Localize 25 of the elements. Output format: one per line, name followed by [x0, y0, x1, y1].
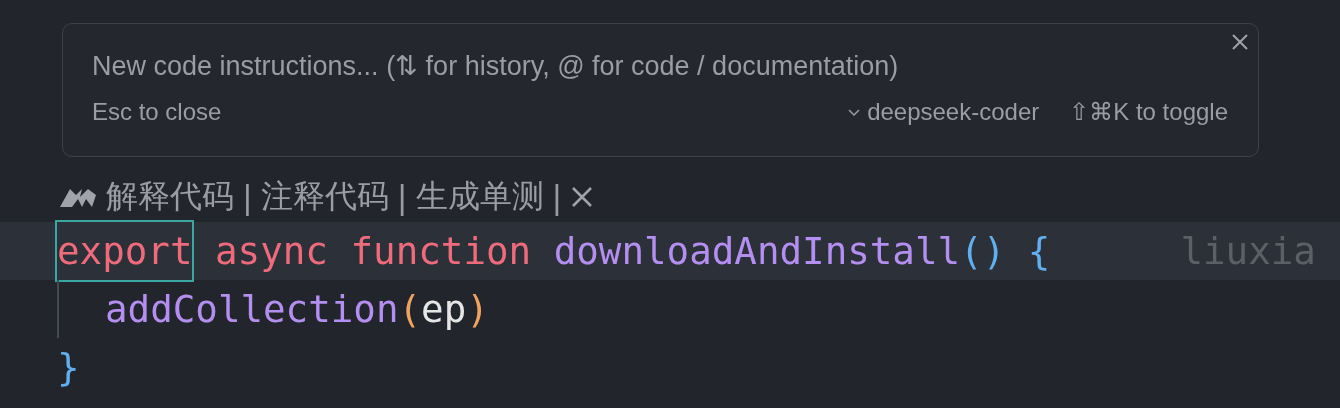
code-token: async	[214, 228, 328, 275]
prompt-box[interactable]: New code instructions... (⇅ for history, @ for code / documentation) Esc to close deepseek-coder ⇧⌘K to toggle	[62, 23, 1259, 157]
chevron-icon	[847, 107, 862, 117]
code-token: (	[398, 286, 422, 333]
close-icon[interactable]	[1230, 32, 1250, 52]
close-icon[interactable]	[570, 185, 595, 209]
toggle-hint: ⇧⌘K to toggle	[1069, 98, 1228, 126]
close-hint: Esc to close	[92, 98, 222, 126]
separator: |	[551, 178, 563, 216]
code-token: addCollection	[105, 286, 399, 333]
code-token: }	[57, 344, 80, 391]
codelens-action[interactable]: 生成单测	[415, 175, 544, 219]
code-token: {	[1026, 228, 1051, 275]
code-token: ep	[421, 286, 467, 333]
code-token: ()	[960, 228, 1006, 275]
code-token: function	[349, 228, 532, 275]
codelens-action[interactable]: 注释代码	[260, 175, 389, 219]
model-dropdown[interactable]: deepseek-coder	[847, 98, 1040, 126]
separator: |	[242, 178, 253, 216]
code-token: export	[55, 220, 195, 282]
code-token: )	[466, 286, 489, 333]
code-token: downloadAndInstall	[552, 228, 961, 275]
codelens-action[interactable]: 解释代码	[106, 175, 234, 219]
separator: |	[396, 178, 408, 216]
instruction-input[interactable]: New code instructions... (⇅ for history, @ for code / documentation)	[92, 46, 1192, 86]
